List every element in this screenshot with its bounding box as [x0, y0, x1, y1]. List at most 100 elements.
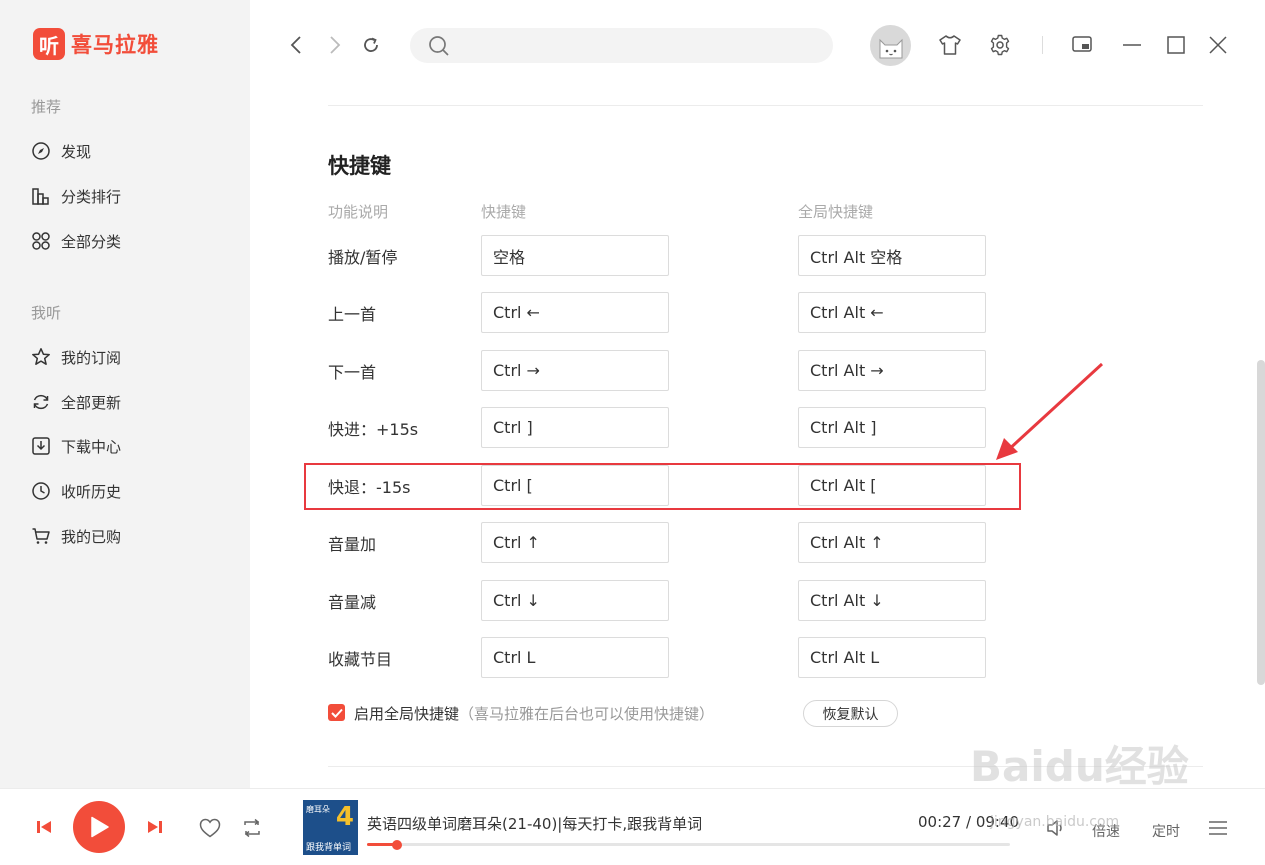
- enable-global-shortcut-checkbox[interactable]: [328, 704, 345, 721]
- settings-content: 快捷键 功能说明 快捷键 全局快捷键 播放/暂停 空格 Ctrl Alt 空格 …: [250, 90, 1265, 788]
- sidebar: 听 喜马拉雅 推荐 发现 分类排行 全部分类 我听 我的订阅 全部更新 下载中心…: [0, 0, 250, 788]
- playlist-button[interactable]: [1207, 817, 1229, 839]
- play-icon: [91, 816, 109, 838]
- cat-avatar-icon: [879, 38, 902, 58]
- next-track-button[interactable]: [145, 817, 165, 837]
- shortcut-label-next: 下一首: [328, 362, 377, 382]
- sidebar-item-label: 我的已购: [61, 527, 122, 546]
- shortcut-label-play-pause: 播放/暂停: [328, 247, 398, 267]
- sidebar-item-label: 我的订阅: [61, 348, 122, 367]
- play-button[interactable]: [73, 801, 125, 853]
- global-shortcut-input-favorite[interactable]: Ctrl Alt L: [798, 637, 986, 678]
- shortcut-label-previous: 上一首: [328, 304, 377, 324]
- skin-button[interactable]: [938, 33, 962, 57]
- checkmark-icon: [330, 708, 343, 718]
- heart-icon: [199, 818, 221, 838]
- column-header-function: 功能说明: [328, 203, 389, 221]
- section-title-mine: 我听: [31, 304, 62, 322]
- shortcut-label-fast-forward: 快进：+15s: [328, 419, 419, 439]
- app-logo[interactable]: 听 喜马拉雅: [33, 28, 159, 60]
- progress-handle[interactable]: [392, 839, 403, 850]
- previous-track-button[interactable]: [34, 817, 54, 837]
- search-input[interactable]: [458, 37, 818, 54]
- shortcut-input-previous[interactable]: Ctrl ←: [481, 292, 669, 333]
- shortcut-label-volume-up: 音量加: [328, 534, 377, 554]
- global-shortcut-input-volume-up[interactable]: Ctrl Alt ↑: [798, 522, 986, 563]
- sidebar-item-categories[interactable]: 全部分类: [31, 229, 121, 253]
- refresh-icon: [33, 394, 49, 410]
- back-button[interactable]: [286, 34, 306, 56]
- sidebar-item-label: 收听历史: [61, 482, 122, 501]
- sidebar-item-history[interactable]: 收听历史: [31, 479, 121, 503]
- shortcut-input-fast-forward[interactable]: Ctrl ]: [481, 407, 669, 448]
- cart-icon: [32, 528, 50, 544]
- mini-mode-button[interactable]: [1070, 33, 1094, 57]
- forward-button[interactable]: [325, 34, 345, 56]
- sidebar-item-purchased[interactable]: 我的已购: [31, 524, 121, 548]
- sidebar-item-updates[interactable]: 全部更新: [31, 390, 121, 414]
- reload-button[interactable]: [360, 34, 382, 56]
- like-button[interactable]: [198, 817, 222, 839]
- toolbar-divider: [1042, 36, 1043, 54]
- reload-icon: [364, 37, 378, 52]
- progress-bar[interactable]: [367, 839, 1010, 850]
- enable-global-shortcut-label: 启用全局快捷键（喜马拉雅在后台也可以使用快捷键）: [354, 703, 714, 724]
- maximize-button[interactable]: [1164, 33, 1188, 57]
- sidebar-item-label: 全部分类: [61, 232, 122, 251]
- cover-text-top: 磨耳朵: [306, 805, 330, 814]
- avatar[interactable]: [870, 25, 911, 66]
- shortcut-input-play-pause[interactable]: 空格: [481, 235, 669, 276]
- close-button[interactable]: [1206, 33, 1230, 57]
- sidebar-item-label: 下载中心: [61, 437, 122, 456]
- maximize-icon: [1167, 36, 1185, 54]
- sidebar-item-downloads[interactable]: 下载中心: [31, 434, 121, 458]
- shortcut-input-volume-up[interactable]: Ctrl ↑: [481, 522, 669, 563]
- scrollbar[interactable]: [1257, 360, 1265, 685]
- clock-icon: [32, 482, 50, 500]
- restore-default-button[interactable]: 恢复默认: [803, 700, 898, 727]
- sidebar-item-label: 发现: [61, 142, 92, 161]
- shortcut-label-favorite: 收藏节目: [328, 649, 393, 669]
- cover-text-bottom: 跟我背单词: [306, 843, 352, 853]
- settings-button[interactable]: [988, 33, 1012, 57]
- track-title[interactable]: 英语四级单词磨耳朵(21-40)|每天打卡,跟我背单词: [367, 813, 702, 834]
- tshirt-icon: [939, 35, 961, 55]
- sidebar-item-ranking[interactable]: 分类排行: [31, 184, 121, 208]
- shortcut-input-volume-down[interactable]: Ctrl ↓: [481, 580, 669, 621]
- global-shortcut-input-play-pause[interactable]: Ctrl Alt 空格: [798, 235, 986, 276]
- search-icon: [429, 35, 449, 56]
- ranking-icon: [32, 188, 49, 205]
- app-name: 喜马拉雅: [71, 33, 159, 57]
- enable-global-shortcut-hint: （喜马拉雅在后台也可以使用快捷键）: [459, 705, 715, 723]
- mini-window-icon: [1072, 36, 1092, 52]
- watermark-brand: Baidu经验: [970, 742, 1189, 791]
- shortcuts-title: 快捷键: [328, 154, 391, 178]
- top-bar: [250, 0, 1265, 90]
- sleep-timer-button[interactable]: 定时: [1152, 821, 1180, 841]
- logo-icon: 听: [33, 28, 65, 60]
- section-title-recommend: 推荐: [31, 98, 62, 116]
- divider-top: [328, 105, 1203, 106]
- annotation-highlight-box: [304, 463, 1021, 510]
- global-shortcut-input-volume-down[interactable]: Ctrl Alt ↓: [798, 580, 986, 621]
- shortcut-input-next[interactable]: Ctrl →: [481, 350, 669, 391]
- skip-next-icon: [148, 821, 162, 833]
- chevron-right-icon: [330, 36, 341, 54]
- global-shortcut-input-fast-forward[interactable]: Ctrl Alt ]: [798, 407, 986, 448]
- global-shortcut-input-previous[interactable]: Ctrl Alt ←: [798, 292, 986, 333]
- shortcut-input-favorite[interactable]: Ctrl L: [481, 637, 669, 678]
- category-grid-icon: [32, 232, 50, 250]
- play-mode-button[interactable]: [240, 817, 264, 839]
- search-bar[interactable]: [410, 28, 833, 63]
- minimize-button[interactable]: [1120, 33, 1144, 57]
- annotation-arrow: [996, 362, 1104, 460]
- global-shortcut-input-next[interactable]: Ctrl Alt →: [798, 350, 986, 391]
- album-cover[interactable]: 磨耳朵 4 跟我背单词: [303, 800, 358, 855]
- sidebar-item-subscriptions[interactable]: 我的订阅: [31, 345, 121, 369]
- chevron-left-icon: [290, 36, 301, 54]
- star-icon: [32, 348, 50, 365]
- shortcut-label-volume-down: 音量减: [328, 592, 377, 612]
- sidebar-item-label: 分类排行: [61, 187, 122, 206]
- sidebar-item-discover[interactable]: 发现: [31, 139, 91, 163]
- watermark-url: jingyan.baidu.com: [990, 814, 1120, 830]
